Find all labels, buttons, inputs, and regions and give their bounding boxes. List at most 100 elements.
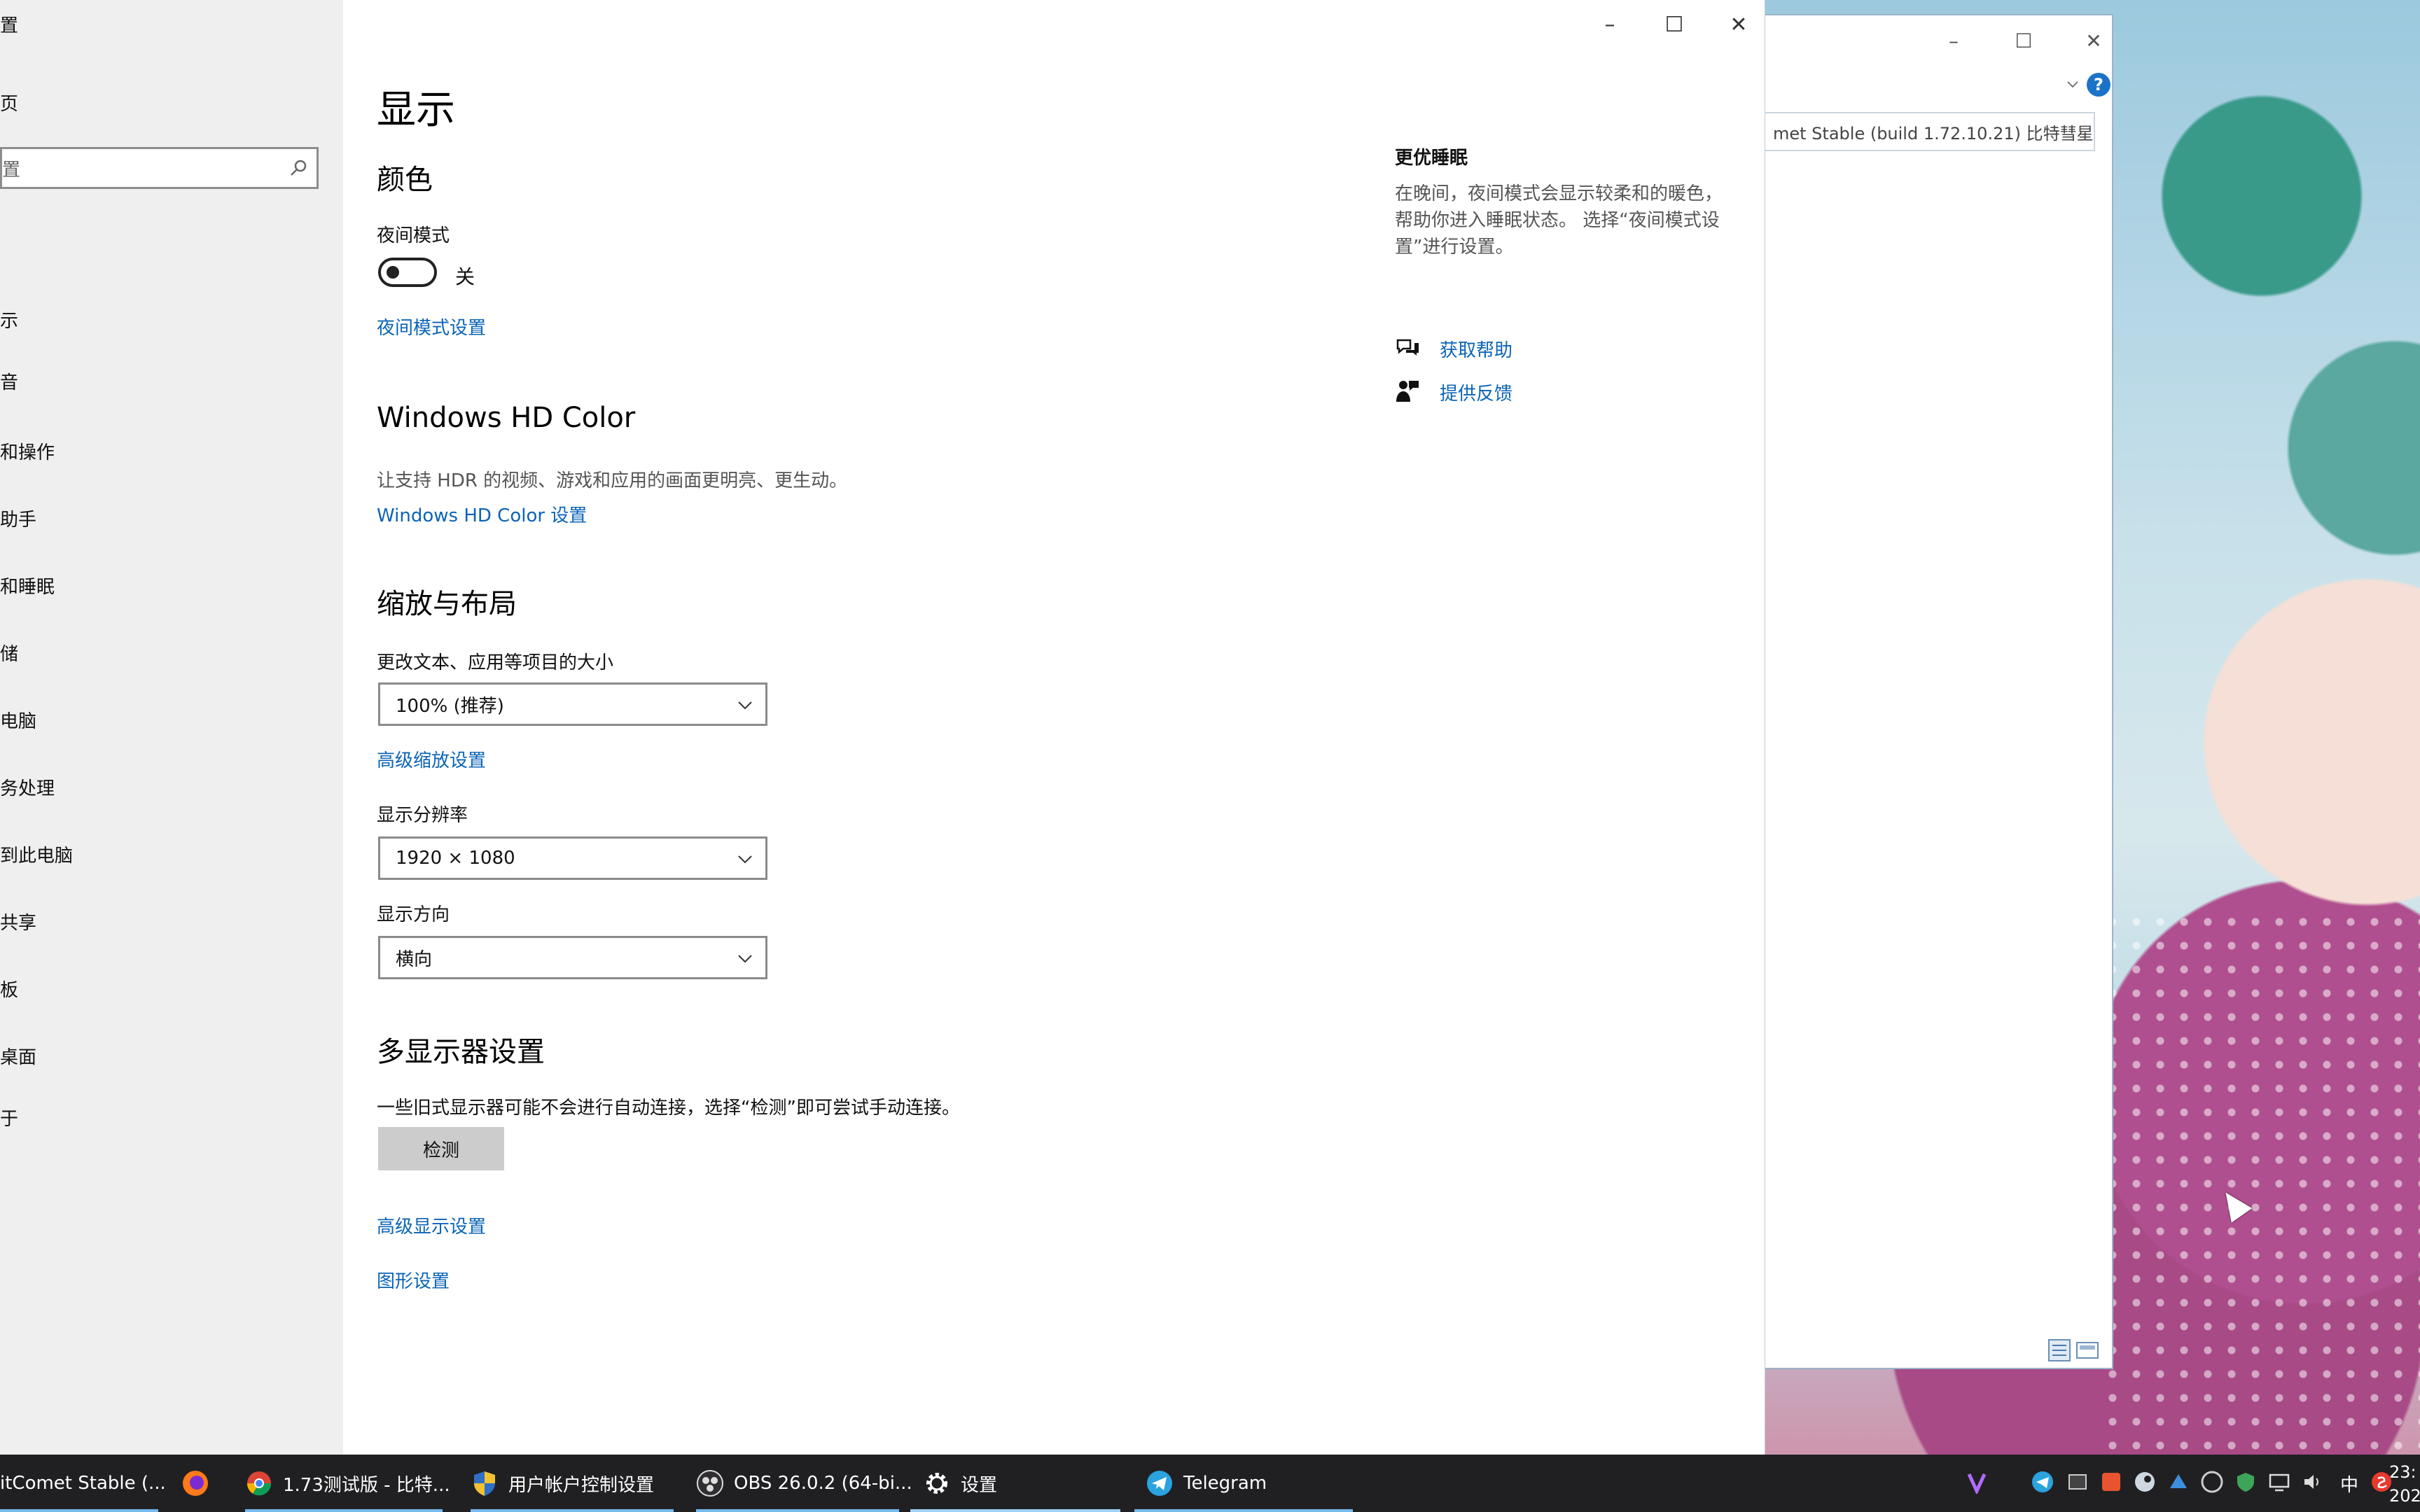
taskbar-active-indicator [245, 1509, 443, 1512]
taskbar-label: 1.73测试版 - 比特... [283, 1474, 450, 1496]
taskbar-item-uac[interactable]: 用户帐户控制设置 [471, 1455, 654, 1512]
settings-sidebar: 置 页 置 示 音 和操作 助手 和睡眠 储 电脑 务处理 到此电脑 共享 板 … [0, 0, 343, 1455]
list-view-icon[interactable] [2047, 1338, 2071, 1362]
minimize-icon[interactable]: – [1940, 29, 1968, 52]
help-icon[interactable]: ? [2087, 73, 2110, 97]
advanced-scaling-link[interactable]: 高级缩放设置 [377, 746, 486, 772]
scale-heading: 缩放与布局 [377, 588, 517, 620]
wallpaper-dress-pattern [2101, 910, 2420, 1456]
sidebar-item-power-sleep[interactable]: 和睡眠 [0, 573, 55, 598]
taskbar-clock[interactable]: 23: 202 [2389, 1460, 2420, 1508]
detect-button[interactable]: 检测 [378, 1127, 504, 1170]
gear-icon [926, 1473, 947, 1494]
hdr-settings-link[interactable]: Windows HD Color 设置 [377, 501, 587, 527]
feedback-link[interactable]: 提供反馈 [1440, 379, 1512, 405]
sidebar-item-notifications[interactable]: 和操作 [0, 438, 55, 464]
settings-window[interactable]: 置 页 置 示 音 和操作 助手 和睡眠 储 电脑 务处理 到此电脑 共享 板 … [0, 0, 1765, 1455]
get-help-icon [1396, 339, 1419, 356]
night-mode-toggle[interactable] [378, 258, 437, 287]
get-help-link[interactable]: 获取帮助 [1440, 336, 1512, 362]
taskbar-active-indicator [1134, 1509, 1353, 1512]
clock-time: 23: [2389, 1462, 2416, 1482]
settings-main: – ☐ ✕ 显示 颜色 夜间模式 关 夜间模式设置 Windows HD Col… [343, 0, 1765, 1455]
sidebar-item-display[interactable]: 示 [0, 307, 18, 332]
resolution-dropdown[interactable]: 1920 × 1080 [378, 836, 767, 880]
chevron-down-icon [738, 955, 752, 963]
graphics-settings-link[interactable]: 图形设置 [377, 1267, 450, 1293]
sidebar-home[interactable]: 页 [0, 90, 18, 115]
sidebar-item-clipboard[interactable]: 板 [0, 976, 18, 1002]
search-input[interactable]: 置 [0, 147, 319, 189]
night-mode-state: 关 [455, 265, 475, 288]
telegram-tray-icon[interactable] [2031, 1470, 2054, 1494]
ime-label: 中 [2340, 1474, 2359, 1496]
hdr-description: 让支持 HDR 的视频、游戏和应用的画面更明亮、更生动。 [377, 470, 848, 491]
scale-value: 100% (推荐) [396, 695, 504, 717]
taskbar-active-indicator [910, 1509, 1120, 1512]
close-icon[interactable]: ✕ [2080, 29, 2108, 52]
orientation-dropdown[interactable]: 横向 [378, 936, 767, 979]
detail-view-icon[interactable] [2075, 1338, 2099, 1362]
sleep-tip-title: 更优睡眠 [1395, 148, 1468, 169]
obs-icon [697, 1470, 723, 1497]
steam-icon[interactable] [2133, 1470, 2157, 1494]
taskbar-item-obs[interactable]: OBS 26.0.2 (64-bi... [696, 1455, 912, 1512]
bitcomet-window[interactable]: – ☐ ✕ ? met Stable (build 1.72.10.21) 比特… [1765, 15, 2112, 1368]
taskbar: itComet Stable (... 1.73测试版 - 比特... 用户帐户… [0, 1455, 2420, 1512]
ime-indicator[interactable]: 中 [2340, 1455, 2358, 1512]
taskbar-item-chrome[interactable]: 1.73测试版 - 比特... [245, 1455, 450, 1512]
telegram-icon [1147, 1471, 1172, 1496]
firefox-icon[interactable] [181, 1469, 210, 1498]
taskbar-label: OBS 26.0.2 (64-bi... [734, 1473, 912, 1494]
v-app-icon[interactable] [1965, 1470, 1989, 1494]
sidebar-item-sound[interactable]: 音 [0, 368, 18, 394]
network-app-icon[interactable] [2167, 1470, 2190, 1494]
taskbar-active-indicator [471, 1509, 674, 1512]
advanced-display-link[interactable]: 高级显示设置 [377, 1212, 486, 1238]
sidebar-item-multitasking[interactable]: 务处理 [0, 774, 55, 800]
sidebar-item-shared-experiences[interactable]: 共享 [0, 909, 36, 934]
volume-icon[interactable] [2301, 1470, 2325, 1494]
bitcomet-tab[interactable]: met Stable (build 1.72.10.21) 比特彗星全... [1765, 112, 2095, 151]
orientation-label: 显示方向 [377, 904, 450, 925]
app-tray-icon[interactable] [2066, 1470, 2089, 1494]
sidebar-item-projecting[interactable]: 到此电脑 [0, 841, 73, 867]
scale-dropdown[interactable]: 100% (推荐) [378, 682, 767, 726]
hdr-heading: Windows HD Color [377, 402, 636, 434]
maximize-icon[interactable]: ☐ [2010, 29, 2038, 52]
taskbar-item-settings[interactable]: 设置 [923, 1455, 997, 1512]
taskbar-label: 用户帐户控制设置 [508, 1474, 655, 1496]
taskbar-item-bitcomet[interactable]: itComet Stable (... [0, 1455, 166, 1512]
maximize-icon[interactable]: ☐ [1660, 13, 1689, 37]
color-heading: 颜色 [377, 164, 433, 196]
minimize-icon[interactable]: – [1595, 13, 1625, 37]
chevron-down-icon[interactable] [2066, 77, 2080, 91]
shield-icon [474, 1471, 495, 1496]
sidebar-item-storage[interactable]: 储 [0, 640, 18, 666]
search-icon[interactable] [288, 158, 308, 178]
sidebar-title: 置 [0, 15, 19, 36]
taskbar-label: Telegram [1183, 1473, 1267, 1494]
taskbar-active-indicator [696, 1509, 899, 1512]
close-icon[interactable]: ✕ [1724, 13, 1753, 37]
sidebar-item-about[interactable]: 于 [0, 1105, 18, 1130]
scale-label: 更改文本、应用等项目的大小 [377, 652, 614, 673]
chrome-icon [246, 1471, 272, 1496]
taskbar-active-indicator [0, 1509, 158, 1512]
taskbar-label: itComet Stable (... [0, 1473, 166, 1494]
search-placeholder: 置 [2, 159, 21, 181]
display-tray-icon[interactable] [2267, 1470, 2291, 1494]
taskbar-item-telegram[interactable]: Telegram [1146, 1455, 1267, 1512]
feedback-icon [1396, 381, 1419, 402]
sidebar-item-focus-assist[interactable]: 助手 [0, 505, 36, 531]
bitcomet-tray-icon[interactable] [2099, 1470, 2123, 1494]
night-mode-settings-link[interactable]: 夜间模式设置 [377, 314, 486, 340]
obs-tray-icon[interactable] [2200, 1470, 2224, 1494]
sidebar-item-tablet[interactable]: 电脑 [0, 707, 36, 733]
sleep-tip-description: 在晚间，夜间模式会显示较柔和的暖色，帮助你进入睡眠状态。 选择“夜间模式设置”进… [1395, 183, 1723, 258]
taskbar-label: 设置 [961, 1474, 998, 1496]
sidebar-item-remote-desktop[interactable]: 桌面 [0, 1043, 36, 1069]
clock-date: 202 [2389, 1486, 2420, 1506]
security-icon[interactable] [2234, 1470, 2258, 1494]
page-title: 显示 [377, 88, 455, 133]
